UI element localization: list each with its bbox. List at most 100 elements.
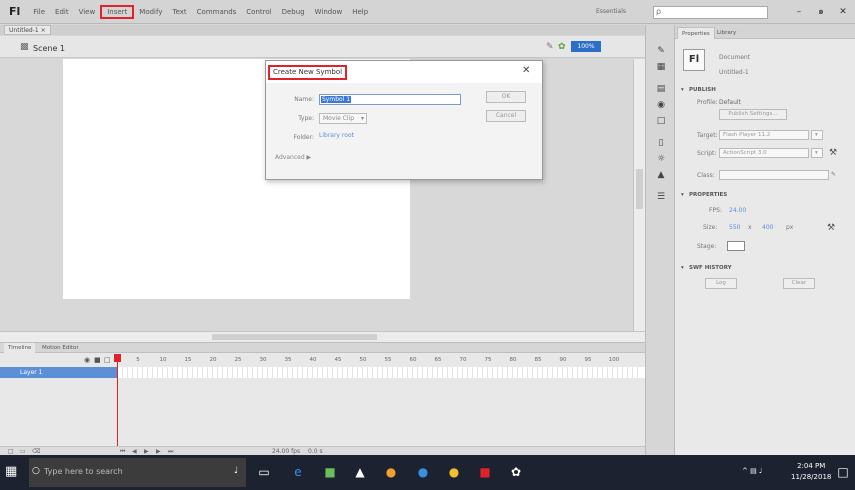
stage-label: Stage: — [697, 243, 717, 250]
menu-commands[interactable]: Commands — [192, 5, 242, 19]
chevron-down-icon[interactable]: ▾ — [681, 265, 684, 271]
edit-scene-icon[interactable]: ✎ — [546, 42, 554, 52]
wrench-icon[interactable]: ⚒ — [829, 148, 837, 158]
new-layer-icon[interactable]: □ — [8, 448, 14, 455]
minimize-button[interactable]: – — [790, 4, 808, 20]
explorer-icon[interactable]: ■ — [322, 464, 338, 480]
dialog-close-button[interactable]: ✕ — [522, 65, 530, 76]
align-icon[interactable]: ▤ — [654, 83, 668, 95]
properties-header[interactable]: PROPERTIES — [689, 192, 727, 198]
maximize-button[interactable]: ๑ — [812, 4, 830, 20]
flash-taskbar-icon[interactable]: ■ — [477, 464, 493, 480]
frame-number: 45 — [334, 357, 342, 363]
vertical-scrollbar[interactable] — [633, 59, 645, 331]
edge-icon[interactable]: e — [290, 464, 306, 480]
menu-file[interactable]: File — [28, 5, 50, 19]
menu-edit[interactable]: Edit — [50, 5, 74, 19]
task-view-icon[interactable]: ▭ — [256, 464, 272, 480]
target-select[interactable]: Flash Player 11.2 — [719, 130, 809, 140]
tab-library[interactable]: Library — [713, 27, 740, 39]
color-icon[interactable]: ◉ — [654, 99, 668, 111]
app-icon[interactable]: ● — [415, 464, 431, 480]
clock[interactable]: 2:04 PM 11/28/2018 — [791, 461, 831, 483]
scroll-thumb[interactable] — [636, 169, 643, 209]
clear-button[interactable]: Clear — [783, 278, 815, 289]
target-label: Target: — [697, 132, 718, 139]
tab-timeline[interactable]: Timeline — [4, 343, 36, 353]
lock-icon[interactable]: ■ — [94, 356, 101, 364]
chevron-down-icon[interactable]: ▾ — [681, 87, 684, 93]
paint-icon[interactable]: ✿ — [508, 464, 524, 480]
cancel-button[interactable]: Cancel — [486, 110, 526, 122]
tab-motion-editor[interactable]: Motion Editor — [38, 343, 83, 353]
code-snippets-icon[interactable]: ☼ — [654, 153, 668, 165]
width-value[interactable]: 550 — [729, 224, 740, 231]
play-icon[interactable]: ▶ — [144, 448, 149, 455]
menu-view[interactable]: View — [74, 5, 101, 19]
publish-header[interactable]: PUBLISH — [689, 87, 716, 93]
firefox-icon[interactable]: ● — [383, 464, 399, 480]
microphone-icon[interactable]: ♩ — [234, 466, 238, 476]
symbol-type-select[interactable]: Movie Clip ▾ — [319, 113, 367, 124]
frame-number: 25 — [234, 357, 242, 363]
step-forward-icon[interactable]: ▶ — [156, 448, 161, 455]
publish-settings-button[interactable]: Publish Settings... — [719, 109, 787, 120]
workspace-switcher[interactable]: Essentials — [596, 8, 626, 15]
tab-untitled-1[interactable]: Untitled-1 × — [4, 25, 51, 35]
swatches-icon[interactable]: ▦ — [654, 61, 668, 73]
stage-color-swatch[interactable] — [727, 241, 745, 251]
height-value[interactable]: 400 — [762, 224, 773, 231]
transform-icon[interactable]: □ — [654, 115, 668, 127]
size-label: Size: — [703, 224, 718, 231]
step-back-icon[interactable]: ◀ — [132, 448, 137, 455]
scroll-thumb[interactable] — [212, 334, 377, 340]
fps-value[interactable]: 24.00 — [729, 207, 746, 214]
taskbar-search-input[interactable]: ○ Type here to search ♩ — [29, 458, 246, 487]
folder-link[interactable]: Library root — [319, 132, 354, 139]
layer-name[interactable]: Layer 1 — [0, 367, 118, 378]
store-icon[interactable]: ▲ — [352, 464, 368, 480]
close-window-button[interactable]: ✕ — [834, 4, 852, 20]
notifications-icon[interactable]: □ — [835, 464, 851, 480]
help-search-input[interactable]: ρ — [653, 6, 768, 19]
tray-icons[interactable]: ^ ▤ ♩ — [742, 467, 762, 475]
menu-help[interactable]: Help — [347, 5, 373, 19]
new-folder-icon[interactable]: ▭ — [20, 448, 26, 455]
menu-text[interactable]: Text — [167, 5, 191, 19]
motion-presets-icon[interactable]: ☰ — [654, 191, 668, 203]
advanced-toggle[interactable]: Advanced ▶ — [275, 154, 311, 161]
menu-control[interactable]: Control — [241, 5, 276, 19]
chevron-down-icon[interactable]: ▾ — [811, 130, 823, 140]
menu-window[interactable]: Window — [310, 5, 348, 19]
symbol-name-input[interactable]: Symbol 1 — [319, 94, 461, 105]
windows-start-icon[interactable]: ▦ — [5, 464, 21, 480]
layer-row[interactable]: Layer 1 — [0, 367, 645, 378]
menu-insert[interactable]: Insert — [100, 4, 135, 19]
swf-history-header[interactable]: SWF HISTORY — [689, 265, 732, 271]
ok-button[interactable]: OK — [486, 91, 526, 103]
zoom-select[interactable]: 100% — [571, 41, 601, 52]
menu-modify[interactable]: Modify — [134, 5, 167, 19]
flash-app-window: Fl File Edit View Insert Modify Text Com… — [0, 0, 855, 490]
delete-layer-icon[interactable]: ⌫ — [32, 448, 40, 455]
wrench-icon[interactable]: ⚒ — [827, 223, 835, 233]
outline-icon[interactable]: □ — [104, 356, 111, 364]
chevron-down-icon[interactable]: ▾ — [681, 192, 684, 198]
menu-debug[interactable]: Debug — [277, 5, 310, 19]
info-icon[interactable]: ▯ — [654, 137, 668, 149]
chevron-down-icon[interactable]: ▾ — [811, 148, 823, 158]
edit-symbols-icon[interactable]: ✿ — [558, 42, 566, 52]
chrome-icon[interactable]: ● — [446, 464, 462, 480]
tab-properties[interactable]: Properties — [677, 27, 715, 39]
horizontal-scrollbar[interactable] — [0, 331, 645, 342]
pen-icon[interactable]: ✎ — [654, 45, 668, 57]
components-icon[interactable]: ▲ — [654, 169, 668, 181]
script-select[interactable]: ActionScript 3.0 — [719, 148, 809, 158]
dialog-title: Create New Symbol — [268, 65, 348, 80]
class-input[interactable] — [719, 170, 829, 180]
log-button[interactable]: Log — [705, 278, 737, 289]
frame-cells[interactable] — [118, 367, 638, 378]
pencil-icon[interactable]: ✎ — [831, 171, 836, 178]
eye-icon[interactable]: ◉ — [84, 356, 90, 364]
time: 2:04 PM — [797, 462, 826, 470]
